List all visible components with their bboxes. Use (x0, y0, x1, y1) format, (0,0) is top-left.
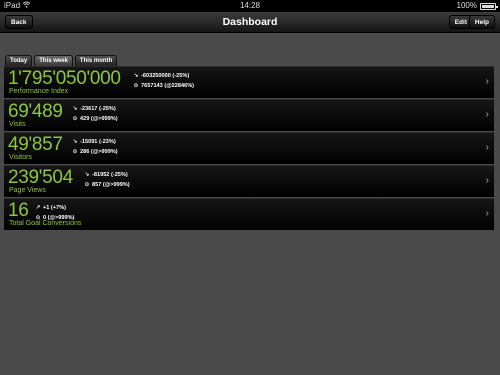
help-button[interactable]: Help (468, 15, 495, 29)
status-bar: iPad 14:28 100% (0, 0, 500, 12)
metric-row-page-views[interactable]: 239'504 Page Views ↘ -81952 (-25%) ⊙ 857 (… (4, 165, 494, 197)
compare-text: 286 (@>999%) (80, 149, 118, 155)
trend-up-icon: ↗ (35, 205, 41, 211)
trend-down-icon: ↘ (84, 172, 90, 178)
trend-text: -81952 (-25%) (92, 172, 128, 178)
metric-delta: ↘ -81952 (-25%) ⊙ 857 (@>999%) (83, 170, 130, 190)
metric-label: Performance Index (9, 88, 69, 95)
compare-text: 857 (@>999%) (92, 182, 130, 188)
trend-text: -603250000 (-25%) (141, 73, 190, 79)
battery-icon (480, 2, 498, 10)
metric-value: 49'857 (8, 134, 63, 155)
metric-value: 239'504 (8, 167, 73, 188)
metric-delta: ↘ -23617 (-25%) ⊙ 429 (@>999%) (71, 104, 118, 124)
metrics-list: 1'795'050'000 Performance Index ↘ -603250… (4, 66, 494, 231)
chevron-right-icon: › (485, 175, 489, 186)
target-icon: ⊙ (133, 83, 139, 89)
metric-delta: ↘ -603250000 (-25%) ⊙ 7657143 (@22846%) (132, 71, 194, 91)
battery-percent: 100% (456, 1, 477, 10)
metric-delta: ↗ +1 (+7%) ⊙ 0 (@>999%) (34, 203, 75, 223)
metric-row-visitors[interactable]: 49'857 Visitors ↘ -15091 (-23%) ⊙ 286 (@>9… (4, 132, 494, 164)
tab-this-month[interactable]: This month (74, 55, 118, 66)
target-icon: ⊙ (72, 116, 78, 122)
metric-row-visits[interactable]: 69'489 Visits ↘ -23617 (-25%) ⊙ 429 (@>999… (4, 99, 494, 131)
metric-value: 16 (8, 200, 29, 221)
compare-text: 429 (@>999%) (80, 116, 118, 122)
metric-label: Page Views (9, 187, 46, 194)
chevron-right-icon: › (485, 76, 489, 87)
tab-today[interactable]: Today (5, 55, 33, 66)
metric-value: 1'795'050'000 (8, 68, 121, 89)
metric-delta: ↘ -15091 (-23%) ⊙ 286 (@>999%) (71, 137, 118, 157)
metric-value: 69'489 (8, 101, 63, 122)
chevron-right-icon: › (485, 109, 489, 120)
chevron-right-icon: › (485, 142, 489, 153)
trend-down-icon: ↘ (72, 106, 78, 112)
trend-text: +1 (+7%) (43, 205, 67, 211)
compare-text: 7657143 (@22846%) (141, 83, 195, 89)
target-icon: ⊙ (72, 149, 78, 155)
period-tabs: Today This week This month (5, 55, 118, 66)
trend-down-icon: ↘ (72, 139, 78, 145)
trend-text: -23617 (-25%) (80, 106, 116, 112)
navigation-bar: Back Dashboard Edit Help (0, 12, 500, 33)
trend-down-icon: ↘ (133, 73, 139, 79)
target-icon: ⊙ (84, 182, 90, 188)
target-icon: ⊙ (35, 215, 41, 221)
chevron-right-icon: › (485, 208, 489, 219)
compare-text: 0 (@>999%) (43, 215, 75, 221)
metric-row-total-goal-conversions[interactable]: 16 Total Goal Conversions ↗ +1 (+7%) ⊙ 0 (… (4, 198, 494, 230)
clock: 14:28 (239, 1, 261, 10)
metric-label: Visitors (9, 154, 32, 161)
status-right: 100% (456, 0, 498, 12)
metric-row-performance-index[interactable]: 1'795'050'000 Performance Index ↘ -603250… (4, 66, 494, 98)
tab-this-week[interactable]: This week (34, 55, 73, 66)
subtitle-area (8, 36, 308, 48)
metric-label: Visits (9, 121, 26, 128)
page-title: Dashboard (222, 16, 278, 28)
trend-text: -15091 (-23%) (80, 139, 116, 145)
